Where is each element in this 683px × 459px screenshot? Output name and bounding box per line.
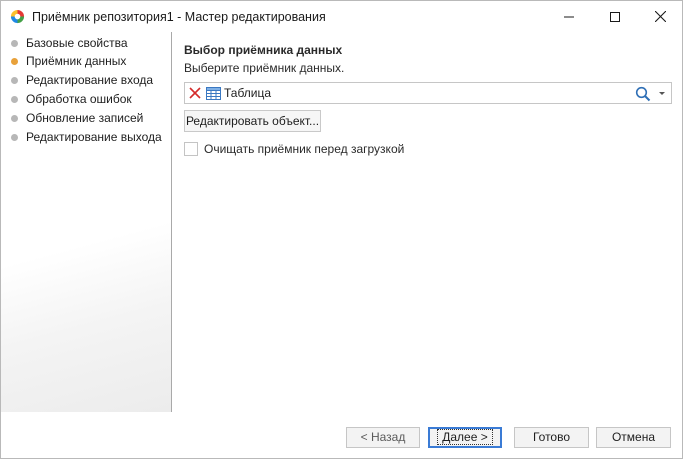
section-title: Выбор приёмника данных [184, 43, 343, 57]
clear-icon[interactable] [188, 86, 202, 100]
step-dot-icon [11, 77, 18, 84]
back-button[interactable]: < Назад [346, 427, 420, 448]
next-button[interactable]: Далее > [428, 427, 502, 448]
clear-before-load-checkbox[interactable] [184, 142, 198, 156]
combobox-value: Таблица [224, 86, 272, 100]
step-dot-icon [11, 40, 18, 47]
dropdown-arrow-icon[interactable] [656, 87, 668, 99]
main-panel: Выбор приёмника данных Выберите приёмник… [173, 32, 682, 412]
step-dot-icon [11, 115, 18, 122]
nav-item-label: Обновление записей [26, 111, 144, 125]
section-description: Выберите приёмник данных. [184, 61, 345, 75]
nav-item-label: Приёмник данных [26, 54, 127, 68]
nav-item-label: Базовые свойства [26, 36, 128, 50]
wizard-footer: < Назад Далее > Готово Отмена [1, 412, 682, 458]
nav-item-label: Редактирование входа [26, 73, 154, 87]
nav-item-input-editing[interactable]: Редактирование входа [1, 71, 171, 89]
app-logo-icon [10, 9, 25, 24]
minimize-button[interactable] [546, 1, 592, 32]
nav-item-base-properties[interactable]: Базовые свойства [1, 34, 171, 52]
table-icon [206, 87, 221, 100]
wizard-steps-nav: Базовые свойства Приёмник данных Редакти… [1, 32, 172, 412]
edit-object-button[interactable]: Редактировать объект... [184, 110, 321, 132]
nav-item-label: Редактирование выхода [26, 130, 162, 144]
window-title: Приёмник репозитория1 - Мастер редактиро… [32, 10, 326, 24]
title-bar: Приёмник репозитория1 - Мастер редактиро… [1, 1, 682, 32]
nav-item-data-consumer[interactable]: Приёмник данных [1, 52, 171, 70]
nav-item-record-update[interactable]: Обновление записей [1, 109, 171, 127]
data-consumer-combobox[interactable]: Таблица [184, 82, 672, 104]
nav-item-output-editing[interactable]: Редактирование выхода [1, 128, 171, 146]
nav-item-error-handling[interactable]: Обработка ошибок [1, 90, 171, 108]
next-button-label: Далее > [437, 429, 493, 445]
step-dot-icon [11, 134, 18, 141]
wizard-window: Приёмник репозитория1 - Мастер редактиро… [0, 0, 683, 459]
maximize-button[interactable] [592, 1, 638, 32]
minimize-icon [564, 16, 574, 17]
cancel-button[interactable]: Отмена [596, 427, 671, 448]
close-button[interactable] [637, 1, 683, 32]
finish-button[interactable]: Готово [514, 427, 589, 448]
search-icon[interactable] [635, 86, 651, 102]
step-dot-icon [11, 96, 18, 103]
nav-item-label: Обработка ошибок [26, 92, 132, 106]
maximize-icon [610, 11, 620, 22]
close-icon [654, 11, 666, 22]
step-dot-active-icon [11, 58, 18, 65]
clear-before-load-label: Очищать приёмник перед загрузкой [204, 142, 405, 156]
